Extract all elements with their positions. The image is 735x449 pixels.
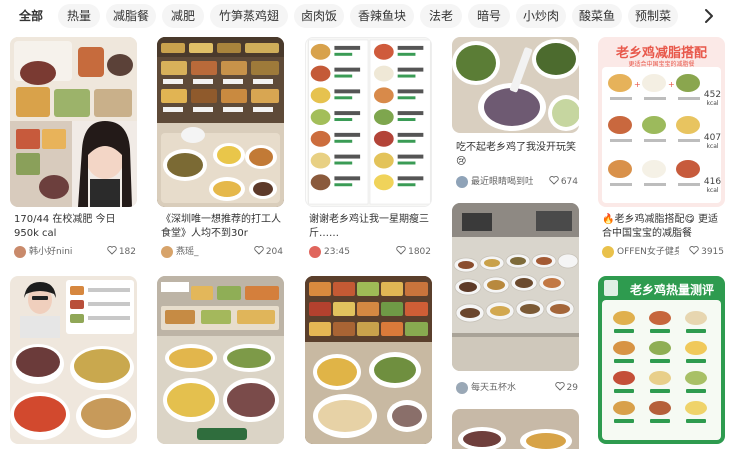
- svg-text:+: +: [634, 80, 641, 89]
- note-meta: 23:45 1802: [309, 245, 431, 259]
- note-cover-image[interactable]: [10, 37, 137, 207]
- tab-lose-weight[interactable]: 减肥: [162, 4, 204, 28]
- note-cover-image[interactable]: [10, 276, 137, 444]
- like-count[interactable]: 29: [554, 381, 578, 395]
- tab-braised-pork-rice[interactable]: 卤肉饭: [294, 4, 344, 28]
- avatar[interactable]: [602, 246, 614, 258]
- category-tab-bar: 全部 热量 减脂餐 减肥 竹笋蒸鸡翅 卤肉饭 香辣鱼块 法老 暗号 小炒肉 酸菜…: [0, 0, 735, 32]
- note-cover-image[interactable]: [452, 203, 579, 371]
- heart-icon: [254, 246, 264, 255]
- tab-stir-fried-pork[interactable]: 小炒肉: [516, 4, 566, 28]
- author-name[interactable]: 每天五杯水: [471, 381, 516, 395]
- author-name[interactable]: 韩小好nini: [29, 245, 72, 259]
- note-title[interactable]: 《深圳唯一想推荐的打工人食堂》人均不到30r: [161, 213, 283, 241]
- note-card[interactable]: [452, 409, 579, 449]
- note-card[interactable]: [10, 276, 137, 446]
- note-card[interactable]: 每天五杯水 29: [452, 203, 579, 397]
- tab-bamboo-chicken-wings[interactable]: 竹笋蒸鸡翅: [210, 4, 288, 28]
- note-cover-image[interactable]: [452, 37, 579, 133]
- heart-icon: [549, 176, 559, 185]
- heart-icon: [554, 382, 565, 391]
- note-cover-image[interactable]: [157, 276, 284, 444]
- note-card[interactable]: 吃不起老乡鸡了我没开玩笑😢 最近眼睛喝到吐 674: [452, 37, 579, 193]
- kcal-label: 407 kcal: [703, 133, 722, 150]
- chevron-right-icon[interactable]: [697, 4, 721, 28]
- note-meta: OFFEN女子健身 3915: [602, 245, 724, 259]
- tab-pickled-fish[interactable]: 酸菜鱼: [572, 4, 622, 28]
- note-card[interactable]: 谢谢老乡鸡让我一星期瘦三斤…… 23:45 1802: [305, 37, 432, 263]
- author-name[interactable]: 燕瑶_: [176, 245, 199, 259]
- note-card[interactable]: 老乡鸡热量测评: [598, 276, 725, 446]
- note-card[interactable]: [305, 276, 432, 446]
- note-card[interactable]: 170/44 在校减肥 今日950k cal 韩小好nini 182: [10, 37, 137, 263]
- avatar[interactable]: [309, 246, 321, 258]
- heart-icon: [107, 246, 117, 255]
- kcal-label: 416 kcal: [703, 177, 722, 194]
- note-meta: 最近眼睛喝到吐 674: [456, 175, 578, 189]
- like-count[interactable]: 1802: [396, 245, 431, 259]
- tab-all[interactable]: 全部: [10, 4, 52, 28]
- like-count[interactable]: 204: [254, 245, 283, 259]
- note-card[interactable]: 《深圳唯一想推荐的打工人食堂》人均不到30r 燕瑶_ 204: [157, 37, 284, 263]
- note-title[interactable]: 170/44 在校减肥 今日950k cal: [14, 213, 136, 241]
- like-count[interactable]: 674: [549, 175, 578, 189]
- heart-icon: [396, 246, 406, 255]
- note-meta: 韩小好nini 182: [14, 245, 136, 259]
- note-cover-image[interactable]: [452, 409, 579, 449]
- note-meta: 每天五杯水 29: [456, 381, 578, 395]
- note-title[interactable]: 🔥老乡鸡减脂搭配😋 更适合中国宝宝的减脂餐: [602, 213, 724, 241]
- tab-code-word[interactable]: 暗号: [468, 4, 510, 28]
- tab-spicy-fish[interactable]: 香辣鱼块: [350, 4, 414, 28]
- note-card[interactable]: + + 老乡鸡减脂搭配 更适合中国宝宝的减脂餐 452 kcal 407 kca…: [598, 37, 725, 263]
- heart-icon: [689, 246, 699, 255]
- author-name[interactable]: 23:45: [324, 245, 350, 259]
- avatar[interactable]: [456, 382, 468, 394]
- tab-fat-loss-meal[interactable]: 减脂餐: [106, 4, 156, 28]
- tab-prepared-dishes[interactable]: 预制菜: [628, 4, 678, 28]
- note-title[interactable]: 吃不起老乡鸡了我没开玩笑😢: [456, 141, 578, 169]
- kcal-label: 452 kcal: [703, 90, 722, 107]
- note-cover-image[interactable]: [598, 276, 725, 444]
- poster-headline: 老乡鸡热量测评: [629, 283, 714, 297]
- poster-subline: 更适合中国宝宝的减脂餐: [628, 61, 695, 68]
- tab-falao[interactable]: 法老: [420, 4, 462, 28]
- like-count[interactable]: 182: [107, 245, 136, 259]
- note-cover-image[interactable]: [305, 37, 432, 207]
- note-card[interactable]: [157, 276, 284, 446]
- author-name[interactable]: 最近眼睛喝到吐: [471, 175, 533, 189]
- note-cover-image[interactable]: [305, 276, 432, 444]
- avatar[interactable]: [14, 246, 26, 258]
- tab-calories[interactable]: 热量: [58, 4, 100, 28]
- like-count[interactable]: 3915: [689, 245, 724, 259]
- avatar[interactable]: [456, 176, 468, 188]
- note-title[interactable]: 谢谢老乡鸡让我一星期瘦三斤……: [309, 213, 431, 241]
- note-cover-image[interactable]: [157, 37, 284, 207]
- svg-text:+: +: [668, 80, 675, 89]
- note-meta: 燕瑶_ 204: [161, 245, 283, 259]
- avatar[interactable]: [161, 246, 173, 258]
- author-name[interactable]: OFFEN女子健身: [617, 245, 679, 259]
